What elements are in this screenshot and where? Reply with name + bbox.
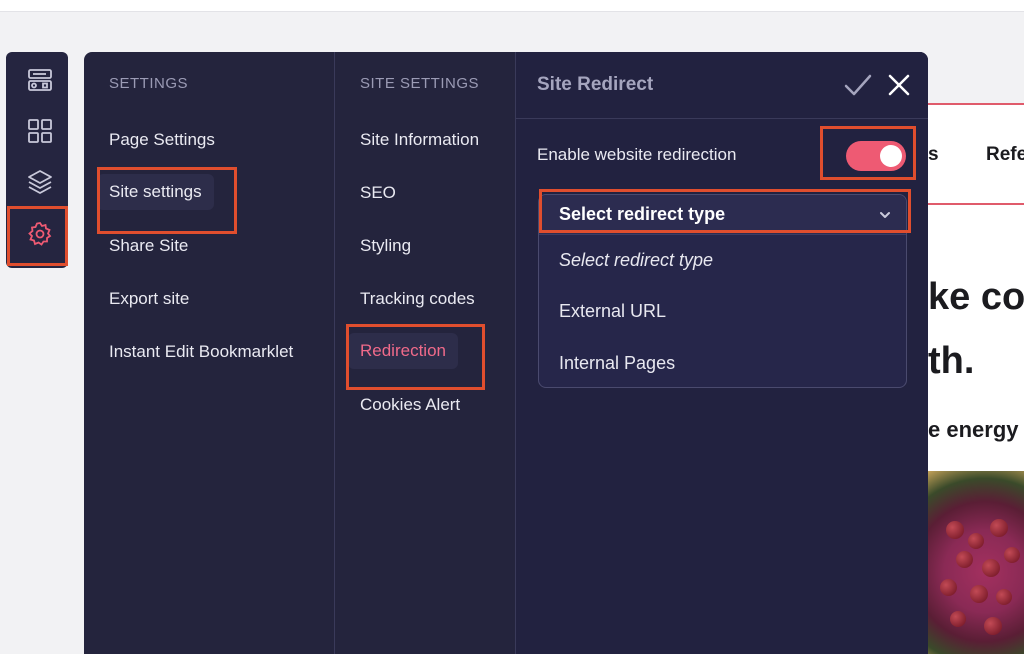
blocks-button[interactable]: [20, 111, 60, 151]
menu-item-instant-edit-bookmarklet[interactable]: Instant Edit Bookmarklet: [109, 342, 293, 362]
host-top-bar: [0, 0, 1024, 12]
grid-icon: [28, 119, 52, 143]
settings-header: SETTINGS: [109, 75, 189, 92]
menu-item-tracking-codes[interactable]: Tracking codes: [360, 289, 475, 309]
menu-item-seo[interactable]: SEO: [360, 183, 396, 203]
redirect-type-dropdown[interactable]: Select redirect type Select redirect typ…: [538, 194, 907, 388]
site-redirect-column: Site Redirect Enable website redirection…: [516, 52, 928, 654]
site-redirect-title: Site Redirect: [537, 74, 654, 95]
menu-item-site-information[interactable]: Site Information: [360, 130, 479, 150]
menu-item-share-site[interactable]: Share Site: [109, 236, 188, 256]
settings-button-highlight: [7, 206, 68, 266]
website-nav-border-bottom: [926, 203, 1024, 205]
menu-item-site-settings[interactable]: Site settings: [97, 174, 214, 210]
chevron-down-icon: [880, 212, 890, 218]
enable-redirection-label: Enable website redirection: [537, 145, 737, 164]
website-hero-image: [926, 471, 1024, 654]
redirect-option-external-url[interactable]: External URL: [559, 301, 666, 322]
site-settings-header: SITE SETTINGS: [360, 75, 480, 92]
website-nav-border: [926, 103, 1024, 105]
close-icon[interactable]: [886, 72, 912, 98]
layers-icon: [28, 170, 52, 194]
settings-column: SETTINGS Page Settings Site settings Sha…: [84, 52, 335, 654]
layers-button[interactable]: [20, 162, 60, 202]
settings-panel: SETTINGS Page Settings Site settings Sha…: [84, 52, 928, 654]
redirect-type-selected-value: Select redirect type: [559, 204, 726, 224]
website-heading: ke co: [928, 276, 1024, 318]
menu-item-redirection[interactable]: Redirection: [348, 333, 458, 369]
form-elements-button[interactable]: [20, 60, 60, 100]
website-subheading: e energy: [928, 417, 1019, 442]
redirect-option-internal-pages[interactable]: Internal Pages: [559, 353, 675, 374]
site-settings-column: SITE SETTINGS Site Information SEO Styli…: [335, 52, 516, 654]
website-nav-item: Refe: [986, 144, 1024, 165]
redirect-type-select[interactable]: Select redirect type: [539, 195, 906, 235]
menu-item-page-settings[interactable]: Page Settings: [109, 130, 215, 150]
menu-item-export-site[interactable]: Export site: [109, 289, 189, 309]
confirm-check-icon[interactable]: [843, 72, 873, 98]
menu-item-cookies-alert[interactable]: Cookies Alert: [360, 395, 460, 415]
menu-item-styling[interactable]: Styling: [360, 236, 411, 256]
website-heading: th.: [928, 340, 975, 382]
layout-form-icon: [28, 69, 52, 91]
enable-redirection-toggle[interactable]: [846, 141, 906, 171]
toggle-knob: [880, 145, 902, 167]
redirect-option-placeholder[interactable]: Select redirect type: [559, 250, 713, 271]
header-divider: [516, 118, 928, 119]
website-nav-item: s: [928, 144, 939, 165]
